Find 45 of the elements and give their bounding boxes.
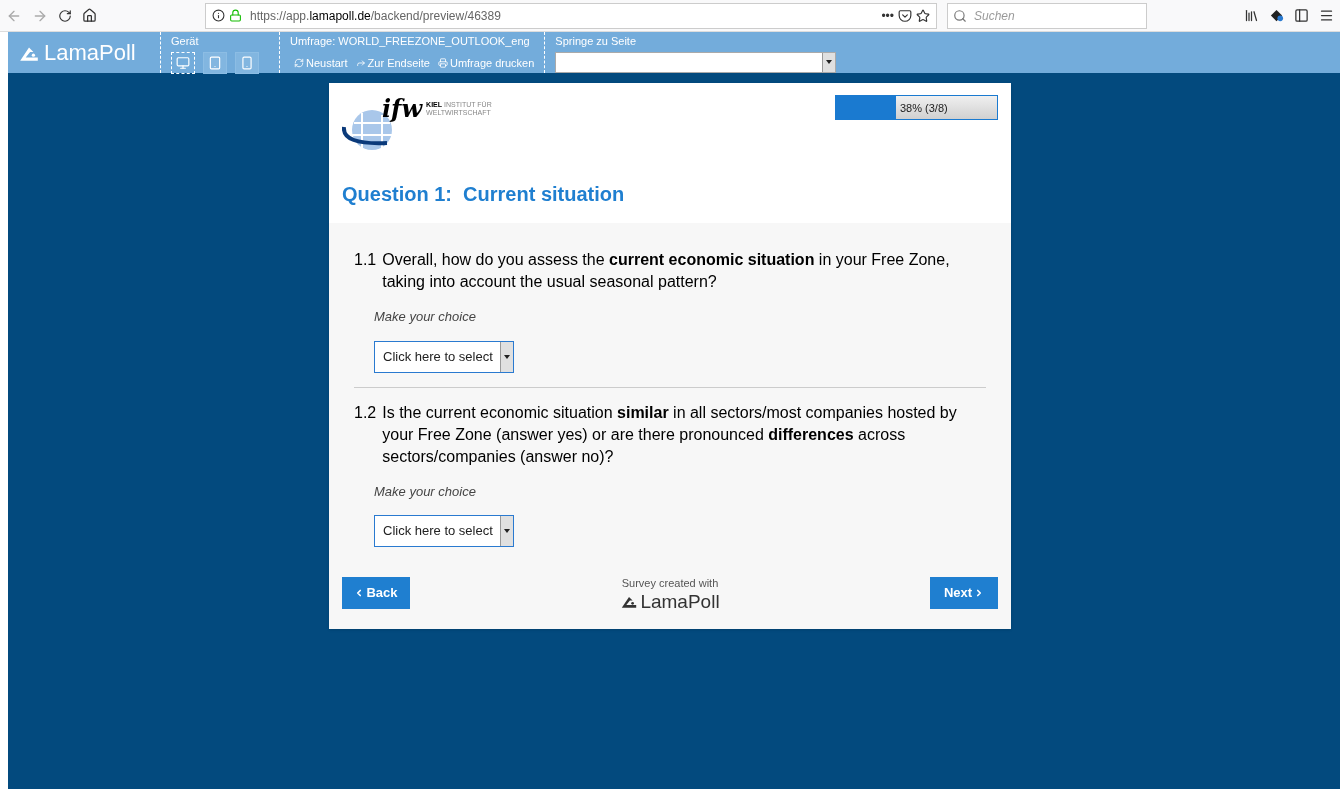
lock-icon xyxy=(229,9,242,22)
home-icon[interactable] xyxy=(82,8,97,23)
refresh-icon xyxy=(294,57,304,68)
toolbar-link[interactable]: Neustart xyxy=(294,54,348,71)
jump-label: Springe zu Seite xyxy=(555,34,638,49)
lamapoll-logo: LamaPoll xyxy=(640,591,720,611)
search-field[interactable]: Suchen xyxy=(947,2,1147,29)
answer-select[interactable]: Click here to select xyxy=(374,515,514,547)
library-icon[interactable] xyxy=(1244,8,1259,23)
info-icon xyxy=(212,9,225,22)
toolbar-link[interactable]: Zur Endseite xyxy=(355,54,430,71)
choice-hint: Make your choice xyxy=(374,482,477,501)
choice-hint: Make your choice xyxy=(374,308,477,326)
page-title: Question 1: Current situation xyxy=(342,182,626,207)
question-text: Overall, how do you assess the current economic situation in your Free Zone, taking into account the usual seasonal pattern? xyxy=(382,250,951,292)
progress-reading: 38% (3/8) xyxy=(900,101,948,116)
sidebar-icon[interactable] xyxy=(1294,8,1309,23)
bookmark-star-icon[interactable] xyxy=(916,8,930,23)
pocket-icon[interactable] xyxy=(898,8,912,23)
question-number: 1.1 xyxy=(354,250,377,270)
menu-icon[interactable] xyxy=(1319,8,1334,23)
dropdown-caret-icon xyxy=(500,516,513,546)
url-text: https://app.lamapoll.de/backend/preview/46389 xyxy=(250,7,501,25)
toolbar-link[interactable]: Umfrage drucken xyxy=(437,54,535,71)
address-bar[interactable]: https://app.lamapoll.de/backend/preview/46389 ••• xyxy=(205,2,937,29)
phone-icon xyxy=(240,55,254,70)
credit-text: Survey created with xyxy=(621,576,719,591)
question-number: 1.2 xyxy=(354,402,377,423)
survey-name: Umfrage: WORLD_FREEZONE_OUTLOOK_eng xyxy=(290,34,531,49)
dropdown-caret-icon xyxy=(822,52,836,72)
back-button[interactable]: Back xyxy=(342,576,410,609)
reload-icon[interactable] xyxy=(58,8,72,23)
tablet-icon xyxy=(208,55,222,70)
device-label: Gerät xyxy=(171,34,200,49)
dropdown-caret-icon xyxy=(500,341,513,372)
more-button[interactable]: ••• xyxy=(881,6,894,25)
extension-icon[interactable] xyxy=(1269,8,1284,23)
lamapoll-logo: LamaPoll xyxy=(44,41,136,64)
next-button[interactable]: Next xyxy=(930,576,998,609)
answer-select[interactable]: Click here to select xyxy=(374,340,514,373)
forward-arrow-icon xyxy=(355,57,366,68)
search-icon xyxy=(953,8,967,23)
question-text: Is the current economic situation similar in all sectors/most companies hosted by your Free Zone (answer yes) or are there pronounced differences across sectors/companies (answer no)? xyxy=(382,402,958,467)
desktop-icon xyxy=(176,55,190,70)
printer-icon xyxy=(437,57,448,68)
